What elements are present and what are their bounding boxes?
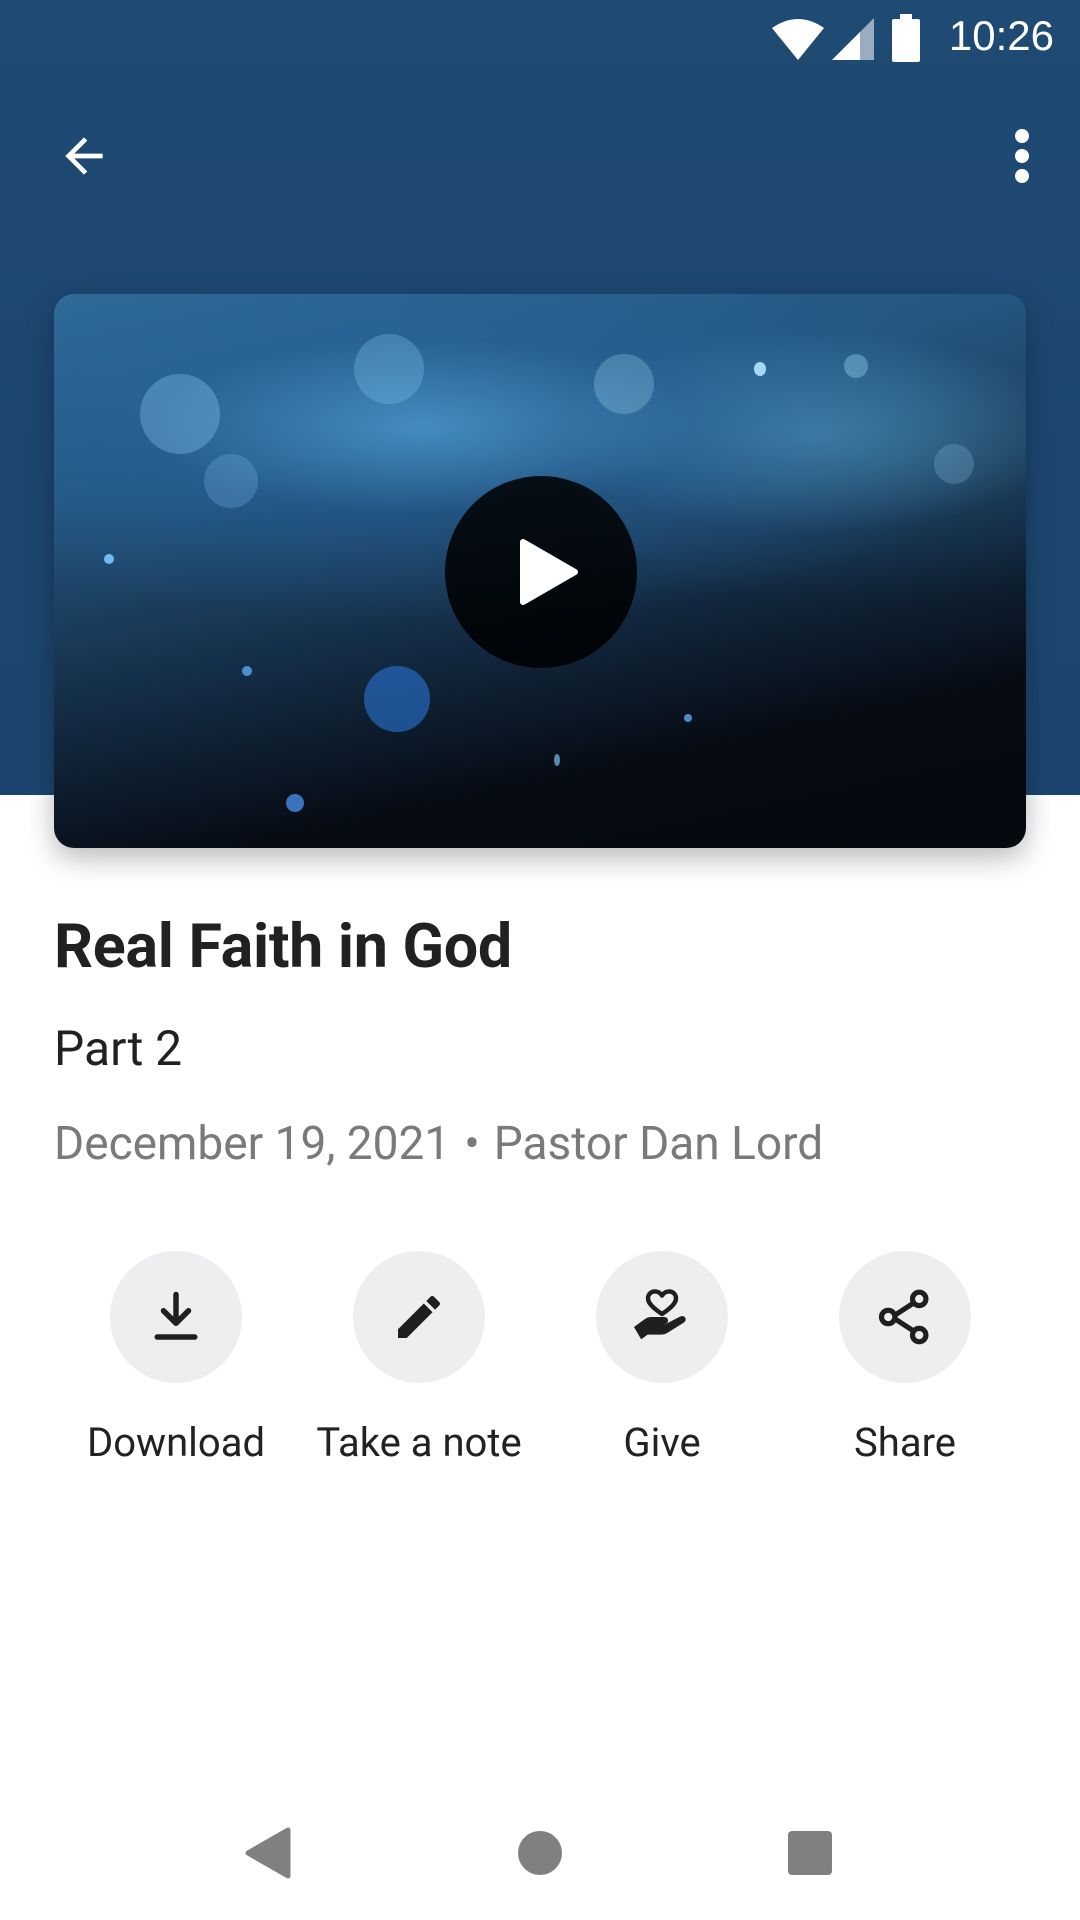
bokeh-light [754, 362, 766, 376]
nav-back-icon [245, 1827, 291, 1879]
download-button[interactable]: Download [56, 1251, 296, 1466]
nav-recents-icon [788, 1831, 832, 1875]
sermon-meta: December 19, 2021 • Pastor Dan Lord [54, 1117, 823, 1171]
sermon-subtitle: Part 2 [54, 1020, 183, 1077]
sermon-title: Real Faith in God [54, 910, 512, 982]
download-icon [154, 1291, 198, 1340]
give-label: Give [623, 1419, 701, 1466]
more-vert-icon [1015, 129, 1029, 183]
arrow-left-icon [65, 137, 103, 175]
pencil-icon [398, 1295, 441, 1338]
battery-icon [892, 14, 920, 62]
wifi-icon [772, 19, 824, 60]
sermon-speaker: Pastor Dan Lord [493, 1117, 824, 1171]
bokeh-light [140, 374, 220, 454]
play-button[interactable] [445, 476, 637, 668]
bokeh-light [594, 354, 654, 414]
bokeh-light [204, 454, 258, 508]
share-button-circle[interactable] [839, 1251, 971, 1383]
share-label: Share [854, 1419, 956, 1466]
status-bar: 10:26 [0, 0, 1080, 78]
heart-hand-icon [634, 1289, 686, 1340]
sermon-video-thumbnail[interactable] [54, 294, 1026, 848]
back-button[interactable] [44, 116, 124, 196]
play-icon [520, 539, 578, 605]
give-button[interactable]: Give [542, 1251, 782, 1466]
nav-home-button[interactable] [495, 1808, 585, 1898]
sermon-date: December 19, 2021 [54, 1117, 451, 1171]
download-label: Download [86, 1419, 266, 1466]
give-button-circle[interactable] [596, 1251, 728, 1383]
cellular-signal-icon [832, 18, 874, 60]
meta-separator: • [464, 1117, 480, 1171]
bokeh-light [242, 666, 252, 676]
bokeh-light [354, 334, 424, 404]
system-nav-bar [0, 1780, 1080, 1920]
bokeh-light [934, 444, 974, 484]
bokeh-light [104, 554, 114, 564]
take-a-note-button[interactable]: Take a note [299, 1251, 539, 1466]
nav-back-button[interactable] [222, 1808, 312, 1898]
share-button[interactable]: Share [785, 1251, 1025, 1466]
bokeh-light [364, 666, 430, 732]
bokeh-light [684, 714, 692, 722]
share-icon [878, 1289, 929, 1345]
nav-recents-button[interactable] [765, 1808, 855, 1898]
bokeh-light [286, 794, 304, 812]
take-a-note-button-circle[interactable] [353, 1251, 485, 1383]
take-a-note-label: Take a note [316, 1419, 522, 1466]
bokeh-light [554, 754, 560, 766]
status-icons [772, 14, 920, 62]
status-time: 10:26 [948, 12, 1054, 59]
nav-home-icon [518, 1831, 562, 1875]
more-options-button[interactable] [982, 116, 1062, 196]
download-button-circle[interactable] [110, 1251, 242, 1383]
bokeh-light [844, 354, 868, 378]
